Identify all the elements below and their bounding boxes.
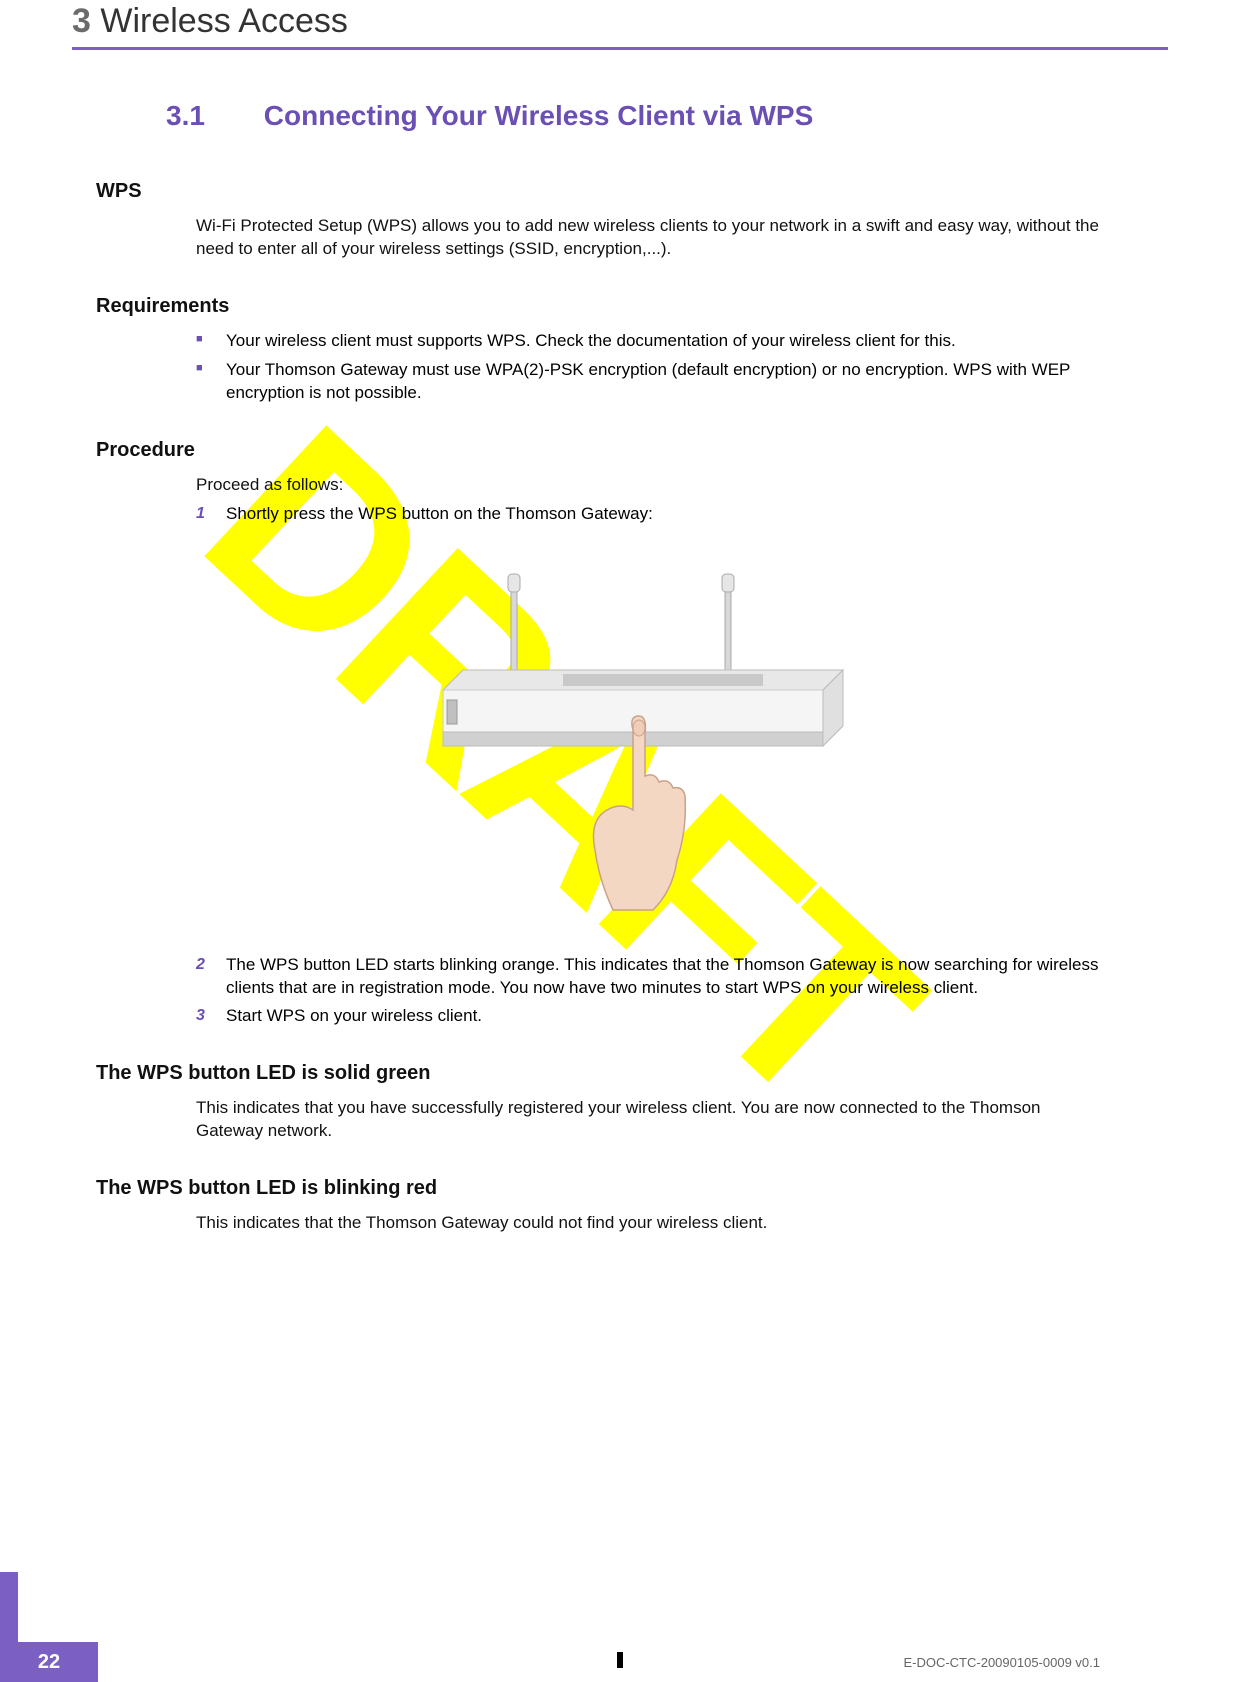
footer-accent: [0, 1572, 18, 1642]
subhead-procedure: Procedure: [96, 439, 1100, 462]
procedure-list-cont: 2 The WPS button LED starts blinking ora…: [196, 954, 1100, 1029]
page-number: 22: [0, 1642, 98, 1682]
procedure-list: 1 Shortly press the WPS button on the Th…: [196, 503, 1100, 526]
chapter-title-text: Wireless Access: [100, 2, 348, 40]
blinking-red-text: This indicates that the Thomson Gateway …: [196, 1212, 1100, 1235]
requirements-list: Your wireless client must supports WPS. …: [196, 330, 1100, 405]
step-text: Start WPS on your wireless client.: [226, 1006, 482, 1025]
list-item: 3 Start WPS on your wireless client.: [196, 1005, 1100, 1028]
step-number: 1: [196, 503, 205, 525]
subhead-blinking-red: The WPS button LED is blinking red: [96, 1177, 1100, 1200]
router-figure: [403, 550, 863, 930]
section-number: 3.1: [166, 100, 256, 132]
page-footer: 22 E-DOC-CTC-20090105-0009 v0.1: [0, 1622, 1240, 1682]
page-content: DRAFT 3.1 Connecting Your Wireless Clien…: [0, 50, 1240, 1235]
subhead-requirements: Requirements: [96, 295, 1100, 318]
step-number: 3: [196, 1005, 205, 1027]
list-item: 2 The WPS button LED starts blinking ora…: [196, 954, 1100, 1000]
chapter-title: 3 Wireless Access: [72, 0, 1168, 50]
page-header: 3 Wireless Access: [0, 0, 1240, 50]
subhead-solid-green: The WPS button LED is solid green: [96, 1062, 1100, 1085]
document-code: E-DOC-CTC-20090105-0009 v0.1: [903, 1655, 1100, 1670]
footer-center-mark: [617, 1652, 623, 1668]
wps-description: Wi-Fi Protected Setup (WPS) allows you t…: [196, 215, 1100, 261]
section-heading: 3.1 Connecting Your Wireless Client via …: [166, 100, 1100, 132]
procedure-intro: Proceed as follows:: [196, 474, 1100, 497]
subhead-wps: WPS: [96, 180, 1100, 203]
list-item: 1 Shortly press the WPS button on the Th…: [196, 503, 1100, 526]
list-item: Your wireless client must supports WPS. …: [196, 330, 1100, 353]
solid-green-text: This indicates that you have successfull…: [196, 1097, 1100, 1143]
step-text: The WPS button LED starts blinking orang…: [226, 955, 1098, 997]
list-item: Your Thomson Gateway must use WPA(2)-PSK…: [196, 359, 1100, 405]
step-number: 2: [196, 954, 205, 976]
chapter-number: 3: [72, 2, 91, 40]
router-illustration-icon: [403, 550, 863, 930]
section-title: Connecting Your Wireless Client via WPS: [264, 100, 814, 131]
step-text: Shortly press the WPS button on the Thom…: [226, 504, 653, 523]
